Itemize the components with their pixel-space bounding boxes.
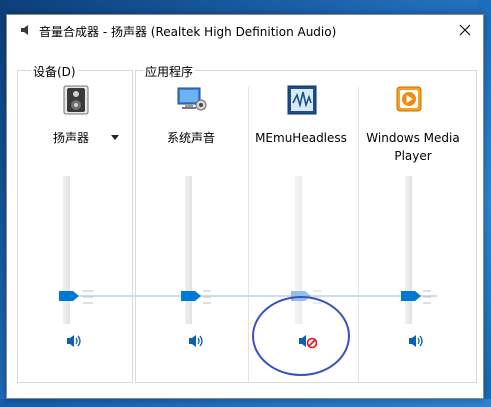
system-sounds-volume-thumb[interactable] <box>181 291 201 301</box>
app-name-system-sounds: 系统声音 <box>166 131 215 145</box>
apps-group-label: 应用程序 <box>143 63 196 80</box>
windows-media-player-volume-track[interactable] <box>405 176 412 324</box>
tick-marks <box>423 290 431 304</box>
system-sounds-mute-button[interactable] <box>187 332 207 350</box>
desktop-background-strip <box>0 399 491 407</box>
app-name-memu-headless: MEmuHeadless <box>255 131 347 145</box>
tick-marks <box>83 290 93 304</box>
speaker-device-icon[interactable] <box>61 85 91 115</box>
memu-headless-icon[interactable] <box>287 85 317 115</box>
device-group-label: 设备(D) <box>31 63 78 80</box>
column-separator <box>248 87 249 383</box>
title-bar: 音量合成器 - 扬声器 (Realtek High Definition Aud… <box>7 15 483 45</box>
highlight-circle <box>252 296 350 376</box>
window-title: 音量合成器 - 扬声器 (Realtek High Definition Aud… <box>39 25 337 39</box>
app-name-windows-media-player: Windows Media Player <box>366 131 460 163</box>
level-guide-line <box>65 295 437 297</box>
device-volume-track[interactable] <box>63 176 70 324</box>
windows-media-player-icon[interactable] <box>395 85 425 115</box>
windows-media-player-volume-thumb[interactable] <box>401 291 421 301</box>
volume-mixer-window: 音量合成器 - 扬声器 (Realtek High Definition Aud… <box>6 14 484 399</box>
speaker-icon <box>21 25 28 35</box>
chevron-down-icon[interactable] <box>111 135 119 141</box>
system-sounds-volume-track[interactable] <box>185 176 192 324</box>
close-icon <box>459 24 471 36</box>
close-button[interactable] <box>447 15 483 45</box>
device-mute-button[interactable] <box>65 332 85 350</box>
device-volume-thumb[interactable] <box>59 291 79 301</box>
device-name[interactable]: 扬声器 <box>21 129 121 147</box>
system-sounds-icon[interactable] <box>177 85 207 115</box>
windows-media-player-mute-button[interactable] <box>407 332 427 350</box>
tick-marks <box>203 290 211 304</box>
column-separator <box>358 87 359 383</box>
